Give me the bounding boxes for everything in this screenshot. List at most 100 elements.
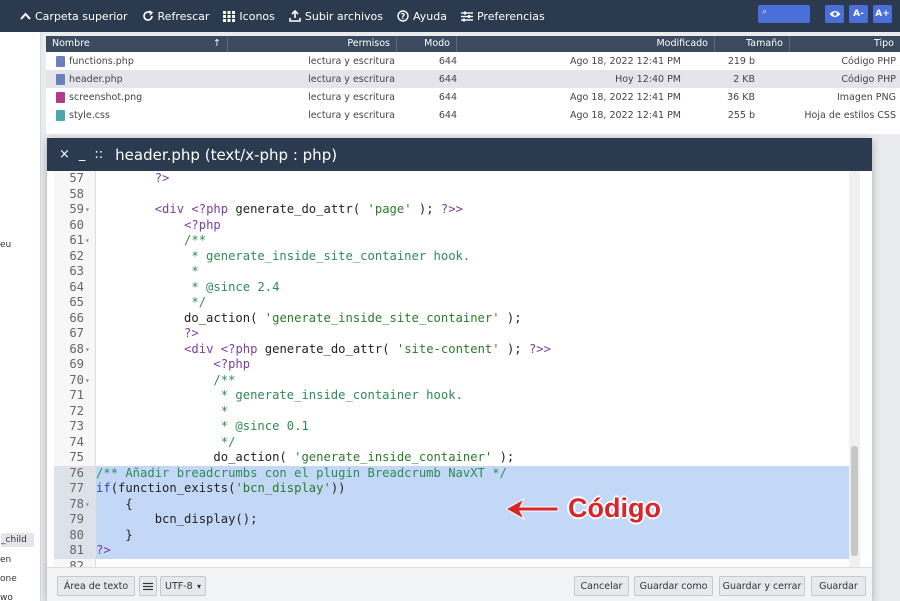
encoding-select[interactable]: UTF-8 ▾: [160, 576, 206, 596]
view-toggle-button[interactable]: [825, 5, 844, 23]
file-row[interactable]: screenshot.png lectura y escritura 644 A…: [46, 88, 900, 106]
fold-arrow-icon[interactable]: ▾: [85, 497, 90, 513]
textarea-button[interactable]: Área de texto: [57, 576, 135, 596]
font-increase-button[interactable]: A+: [873, 5, 892, 23]
code-line[interactable]: 79 bcn_display();: [54, 512, 860, 528]
code-line[interactable]: 63 *: [54, 264, 860, 280]
code-line[interactable]: 73 * @since 0.1: [54, 419, 860, 435]
refresh-button[interactable]: Refrescar: [142, 10, 209, 23]
settings-icon: [143, 582, 153, 590]
code-line[interactable]: 78 ▾ {: [54, 497, 860, 513]
column-modified[interactable]: Modificado: [457, 36, 715, 52]
file-size: 2 KB: [733, 73, 755, 85]
line-code: if(function_exists('bcn_display')): [96, 481, 346, 495]
line-code: * @since 2.4: [96, 279, 280, 294]
code-line[interactable]: 70 ▾ /**: [54, 373, 860, 389]
save-as-button[interactable]: Guardar como: [634, 576, 713, 596]
sidebar-item[interactable]: wo: [0, 593, 13, 601]
file-mode: 644: [438, 109, 457, 121]
code-line[interactable]: 59 ▾ <div <?php generate_do_attr( 'page' …: [54, 202, 860, 218]
file-type: Código PHP: [841, 55, 896, 67]
column-name[interactable]: Nombre ↑: [46, 36, 228, 52]
line-number: 64: [69, 279, 84, 294]
code-line[interactable]: 60 <?php: [54, 218, 860, 234]
code-line[interactable]: 58: [54, 187, 860, 203]
sidebar-item-selected[interactable]: _child: [1, 533, 34, 547]
code-line[interactable]: 82: [54, 559, 860, 568]
line-number: 81: [69, 543, 84, 557]
help-button[interactable]: ? Ayuda: [397, 10, 447, 23]
file-type: Imagen PNG: [837, 91, 896, 103]
column-permissions[interactable]: Permisos: [228, 36, 397, 52]
code-line[interactable]: 61 ▾ /**: [54, 233, 860, 249]
code-line[interactable]: 74 */: [54, 435, 860, 451]
line-code: /**: [96, 372, 236, 387]
file-modified: Hoy 12:40 PM: [615, 73, 681, 85]
upload-files-button[interactable]: Subir archivos: [289, 10, 383, 23]
close-icon[interactable]: ×: [59, 147, 70, 162]
line-number: 71: [69, 388, 84, 402]
fold-arrow-icon[interactable]: ▾: [85, 233, 90, 249]
sidebar-item[interactable]: eu: [0, 240, 11, 250]
line-number: 76: [69, 465, 84, 480]
font-decrease-button[interactable]: A-: [849, 5, 868, 23]
column-mode[interactable]: Modo: [397, 36, 457, 52]
code-line[interactable]: 64 * @since 2.4: [54, 280, 860, 296]
fold-arrow-icon[interactable]: ▾: [85, 202, 90, 218]
icons-view-button[interactable]: Iconos: [223, 9, 275, 23]
editor-scrollbar[interactable]: [849, 171, 860, 567]
help-icon: ?: [397, 10, 409, 22]
file-row[interactable]: functions.php lectura y escritura 644 Ag…: [46, 52, 900, 70]
file-row[interactable]: style.css lectura y escritura 644 Ago 18…: [46, 106, 900, 124]
line-number: 66: [69, 310, 84, 325]
code-line[interactable]: 62 * generate_inside_site_container hook…: [54, 249, 860, 265]
line-number: 74: [69, 434, 84, 449]
line-code: do_action( 'generate_inside_container' )…: [96, 450, 515, 464]
save-button[interactable]: Guardar: [811, 576, 866, 596]
sidebar-item[interactable]: en: [0, 555, 11, 565]
sidebar-item[interactable]: one: [0, 574, 17, 584]
image-file-icon: [56, 91, 65, 103]
save-and-close-button[interactable]: Guardar y cerrar: [719, 576, 805, 596]
arrow-left-icon: [504, 497, 559, 520]
code-line[interactable]: 66 do_action( 'generate_inside_site_cont…: [54, 311, 860, 327]
code-line[interactable]: 77 if(function_exists('bcn_display')): [54, 481, 860, 497]
code-line[interactable]: 67 ?>: [54, 326, 860, 342]
line-number: 62: [69, 248, 84, 263]
minimize-icon[interactable]: _: [79, 147, 86, 162]
column-type[interactable]: Tipo: [790, 36, 900, 52]
code-editor[interactable]: 57 ?> 58 59 ▾ <div <?php generate_do_attr( …: [54, 171, 860, 567]
line-number: 65: [69, 295, 84, 309]
column-size[interactable]: Tamaño: [715, 36, 790, 52]
code-line[interactable]: 57 ?>: [54, 171, 860, 187]
code-line[interactable]: 68 ▾ <div <?php generate_do_attr( 'site-c…: [54, 342, 860, 358]
file-row-selected[interactable]: header.php lectura y escritura 644 Hoy 1…: [46, 70, 900, 88]
line-code: <div <?php generate_do_attr( 'page' ); ?…: [154, 202, 463, 216]
line-code: ?>: [96, 543, 111, 557]
code-line[interactable]: 72 *: [54, 404, 860, 420]
line-code: <?php: [184, 217, 221, 232]
scrollbar-thumb[interactable]: [851, 446, 858, 556]
fold-arrow-icon[interactable]: ▾: [85, 342, 90, 358]
svg-text:?: ?: [401, 12, 406, 21]
file-modified: Ago 18, 2022 12:41 PM: [569, 91, 681, 103]
code-line[interactable]: 69 <?php: [54, 357, 860, 373]
code-line[interactable]: 80 }: [54, 528, 860, 544]
code-line[interactable]: 75 do_action( 'generate_inside_container…: [54, 450, 860, 466]
icons-view-label: Iconos: [239, 9, 275, 23]
code-line[interactable]: 65 */: [54, 295, 860, 311]
editor-settings-button[interactable]: [139, 576, 157, 596]
annotation-label: Código: [568, 493, 661, 523]
code-line[interactable]: 71 * generate_inside_container hook.: [54, 388, 860, 404]
code-line[interactable]: 81 ?>: [54, 543, 860, 559]
cancel-button[interactable]: Cancelar: [574, 576, 629, 596]
fold-arrow-icon[interactable]: ▾: [85, 373, 90, 389]
code-line[interactable]: 76 /** Añadir breadcrumbs con el plugin B…: [54, 466, 860, 482]
line-number: 67: [69, 326, 84, 340]
dialog-titlebar[interactable]: × _ :: header.php (text/x-php : php): [47, 138, 872, 171]
drag-handle-icon[interactable]: ::: [94, 147, 103, 162]
preferences-button[interactable]: Preferencias: [460, 10, 545, 23]
parent-folder-button[interactable]: Carpeta superior: [20, 10, 128, 23]
file-permissions: lectura y escritura: [308, 91, 395, 103]
search-input[interactable]: ⌕: [758, 5, 810, 23]
